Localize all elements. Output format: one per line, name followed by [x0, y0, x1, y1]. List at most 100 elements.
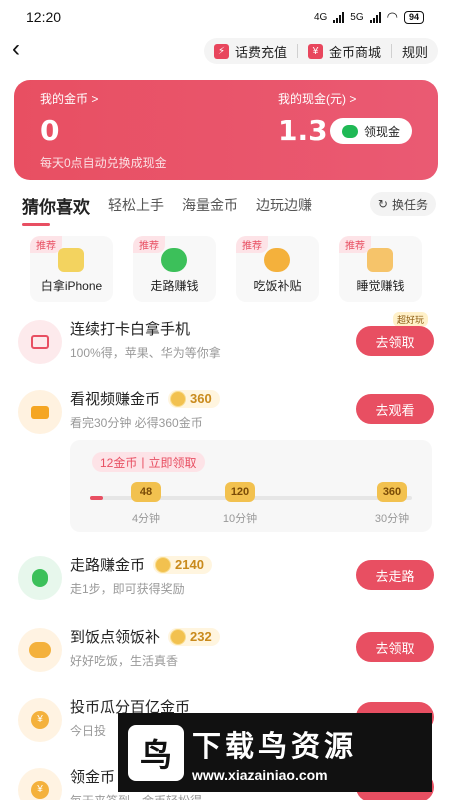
- milestone-coin: 120: [225, 482, 255, 502]
- recommend-tag: 推荐: [133, 236, 165, 253]
- milestone-4min: 48 4分钟: [126, 482, 166, 526]
- task-row-meal-subsidy: 到饭点领饭补 232 好好吃饭，生活真香 去领取: [0, 622, 450, 678]
- milestone-label: 10分钟: [222, 513, 258, 525]
- milestone-coin: 48: [131, 482, 161, 502]
- wechat-icon: [341, 124, 358, 138]
- task-subtitle: 每天来签到，金币轻松得: [70, 792, 202, 800]
- top-actions: ⚡ 话费充值 ¥ 金币商城 规则: [203, 38, 438, 64]
- phone-recharge-label: 话费充值: [234, 44, 287, 60]
- watermark-url: www.xiazainiao.com: [192, 766, 328, 783]
- signal-icon: [333, 11, 345, 23]
- tab-play-and-earn[interactable]: 边玩边赚: [256, 195, 312, 215]
- network-label-5g: 5G: [350, 11, 364, 23]
- task-subtitle: 好好吃饭，生活真香: [70, 654, 179, 668]
- recommend-card-label: 白拿iPhone: [40, 279, 103, 293]
- status-icons: 4G 5G ◠ 94: [314, 9, 424, 25]
- status-time: 12:20: [26, 9, 62, 25]
- coin-icon: [155, 556, 172, 573]
- gift-box-icon: [18, 320, 62, 364]
- task-title: 到饭点领饭补 232: [70, 626, 220, 647]
- back-arrow-icon[interactable]: ‹: [12, 36, 38, 64]
- my-coins-link[interactable]: 我的金币 >: [40, 90, 98, 107]
- bird-logo-icon: 鸟: [128, 724, 184, 781]
- recommend-cards: 推荐 白拿iPhone 推荐 走路赚钱 推荐 吃饭补贴 推荐 睡觉赚钱: [30, 236, 422, 302]
- progress-fill: [90, 496, 103, 500]
- withdraw-cash-label: 领现金: [363, 124, 400, 139]
- rules-button[interactable]: 规则: [392, 38, 438, 64]
- walk-button[interactable]: 去走路: [356, 560, 434, 590]
- recommend-tag: 推荐: [30, 236, 62, 253]
- milestone-coin: 360: [377, 482, 407, 502]
- recommend-tag: 推荐: [236, 236, 268, 253]
- rules-label: 规则: [401, 44, 428, 60]
- balance-card: 我的金币 > 0 我的现金(元) > 1.3 领现金 每天0点自动兑换成现金: [14, 80, 438, 180]
- watermark-banner: 鸟 下载鸟资源 www.xiazainiao.com: [118, 713, 432, 792]
- watermark-text: 下载鸟资源 www.xiazainiao.com: [192, 723, 357, 783]
- network-label-4g: 4G: [313, 11, 328, 23]
- super-fun-badge: 超好玩: [392, 312, 428, 327]
- recommend-tag: 推荐: [339, 236, 371, 253]
- switch-tasks-button[interactable]: ↻ 换任务: [369, 192, 436, 216]
- tab-massive-coins[interactable]: 海量金币: [182, 195, 238, 215]
- switch-tasks-label: 换任务: [391, 197, 428, 212]
- task-tabs: 猜你喜欢 轻松上手 海量金币 边玩边赚 ↻ 换任务: [22, 192, 436, 226]
- coin-icon: ¥: [18, 698, 62, 742]
- coin-store-label: 金币商城: [328, 44, 381, 60]
- recommend-card-label: 睡觉赚钱: [356, 279, 405, 293]
- top-bar: ‹ ⚡ 话费充值 ¥ 金币商城 规则: [0, 34, 450, 66]
- auto-exchange-note: 每天0点自动兑换成现金: [40, 156, 167, 170]
- recommend-card-walk[interactable]: 推荐 走路赚钱: [133, 236, 216, 302]
- video-camera-icon: [18, 390, 62, 434]
- watch-button[interactable]: 去观看: [356, 394, 434, 424]
- walking-icon: [18, 556, 62, 600]
- claim-button[interactable]: 去领取: [356, 326, 434, 356]
- food-bowl-icon: [18, 628, 62, 672]
- withdraw-cash-button[interactable]: 领现金: [329, 118, 412, 144]
- coin-icon: [170, 628, 187, 645]
- task-title: 领金币: [70, 769, 116, 786]
- recommend-card-label: 走路赚钱: [150, 279, 199, 293]
- coin-icon: ¥: [18, 768, 62, 800]
- my-cash-link[interactable]: 我的现金(元) >: [278, 90, 356, 107]
- phone-recharge-icon: ⚡: [213, 43, 229, 59]
- tab-guess-you-like[interactable]: 猜你喜欢: [22, 193, 90, 226]
- claim-now-tag[interactable]: 12金币 | 立即领取: [92, 452, 205, 472]
- task-title: 看视频赚金币 360: [70, 388, 220, 409]
- status-bar: 12:20 4G 5G ◠ 94: [0, 0, 450, 34]
- coin-reward-badge: 2140: [153, 555, 212, 574]
- claim-meal-button[interactable]: 去领取: [356, 632, 434, 662]
- claim-coins: 12金币: [100, 455, 138, 470]
- phone-icon: [58, 248, 84, 272]
- video-progress-panel: 12金币 | 立即领取 48 4分钟 120 10分钟 360 30分钟: [70, 440, 432, 532]
- coin-reward-badge: 232: [168, 627, 220, 646]
- walking-icon: [161, 248, 187, 272]
- sleep-icon: [367, 248, 393, 272]
- task-subtitle: 看完30分钟 必得360金币: [70, 416, 203, 430]
- phone-recharge-button[interactable]: ⚡ 话费充值: [204, 38, 297, 64]
- recommend-card-label: 吃饭补贴: [253, 279, 302, 293]
- coin-balance: 0: [40, 114, 60, 147]
- tab-easy-start[interactable]: 轻松上手: [108, 195, 164, 215]
- recommend-card-iphone[interactable]: 推荐 白拿iPhone: [30, 236, 113, 302]
- task-title: 连续打卡白拿手机: [70, 321, 191, 338]
- food-bowl-icon: [264, 248, 290, 272]
- store-icon: ¥: [307, 43, 323, 59]
- milestone-30min: 360 30分钟: [372, 482, 412, 526]
- wifi-icon: ◠: [386, 9, 398, 24]
- coin-store-button[interactable]: ¥ 金币商城: [298, 38, 391, 64]
- task-title: 走路赚金币 2140: [70, 554, 212, 575]
- milestone-label: 30分钟: [374, 513, 410, 525]
- milestone-10min: 120 10分钟: [220, 482, 260, 526]
- coin-icon: [170, 390, 187, 407]
- task-subtitle: 100%得，苹果、华为等你拿: [70, 346, 221, 360]
- recommend-card-meal[interactable]: 推荐 吃饭补贴: [236, 236, 319, 302]
- task-row-watch-video: 看视频赚金币 360 看完30分钟 必得360金币 去观看: [0, 384, 450, 440]
- task-row-checkin-phone: 连续打卡白拿手机 100%得，苹果、华为等你拿 超好玩 去领取: [0, 312, 450, 370]
- recommend-card-sleep[interactable]: 推荐 睡觉赚钱: [339, 236, 422, 302]
- task-subtitle: 今日投: [70, 724, 107, 738]
- watermark-title: 下载鸟资源: [192, 730, 358, 763]
- cash-balance: 1.3: [278, 114, 328, 147]
- signal-icon-2: [369, 11, 381, 23]
- coin-reward-badge: 360: [168, 389, 220, 408]
- battery-icon: 94: [403, 10, 424, 24]
